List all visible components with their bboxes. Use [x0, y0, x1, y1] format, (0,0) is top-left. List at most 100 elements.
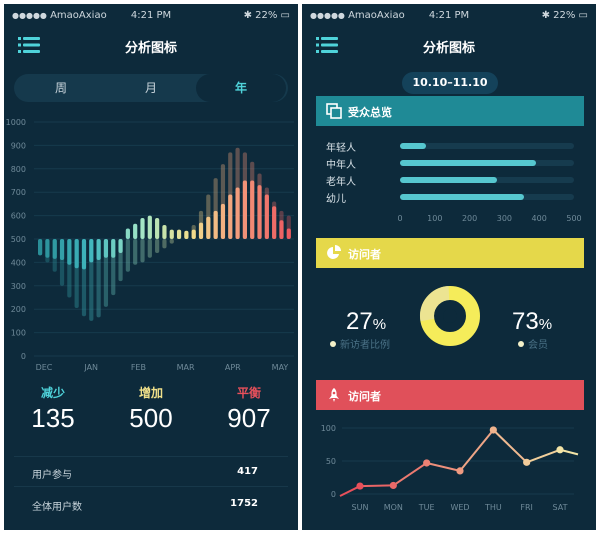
bar-primary: [74, 239, 79, 269]
bar-primary: [118, 239, 123, 254]
tab-year[interactable]: 年: [196, 74, 286, 102]
x-tick-label: JAN: [83, 363, 98, 372]
y-tick-label: 500: [11, 235, 26, 244]
stat-decrease-label: 减少: [40, 386, 65, 400]
right-screen: ●●●●● AmaoAxiao 4:21 PM ✱ 22% ▭ 分析图标 10.…: [302, 4, 596, 530]
bar-secondary: [140, 239, 145, 263]
page-title: 分析图标: [124, 41, 177, 56]
member-pct: 73%: [512, 308, 553, 335]
bar-primary: [286, 228, 291, 239]
line-segment: [492, 429, 528, 464]
tab-week[interactable]: 周: [16, 74, 106, 102]
bar-primary: [140, 217, 145, 239]
pie-chart-icon: [327, 245, 341, 259]
row-label: 全体用户数: [32, 502, 82, 513]
bar-primary: [264, 194, 269, 239]
x-tick-label: SUN: [352, 503, 369, 512]
audience-bar-track: [400, 143, 574, 149]
line-segment: [526, 448, 561, 464]
left-screen: ●●●●● AmaoAxiao 4:21 PM ✱ 22% ▭ 分析图标 周 月…: [4, 4, 298, 530]
y-tick-label: 200: [11, 305, 26, 314]
bar-primary: [220, 203, 226, 239]
stat-increase-value: 500: [129, 403, 173, 433]
y-tick-label: 800: [11, 165, 26, 174]
bar-secondary: [133, 239, 138, 265]
bar-primary: [169, 229, 174, 239]
tab-month[interactable]: 月: [106, 74, 196, 102]
bar-secondary: [147, 239, 152, 258]
bar-primary: [279, 220, 284, 239]
audience-bar: [400, 143, 427, 149]
user-participation-row: 用户参与 417: [32, 466, 258, 481]
bar-primary: [184, 230, 189, 239]
audience-bar-label: 幼儿: [326, 194, 346, 205]
divider: [14, 456, 288, 457]
divider: [14, 486, 288, 487]
bar-primary: [67, 239, 72, 265]
y-tick-label: 600: [11, 212, 26, 221]
audience-x-tick: 200: [461, 214, 478, 223]
audience-bar: [400, 194, 524, 200]
visitor-line-chart: 0 50 100 SUN MON TUE WED THU FRI SAT: [321, 424, 579, 512]
donut-hole: [443, 309, 457, 323]
audience-bar-label: 老年人: [326, 177, 356, 188]
line-point: [423, 459, 431, 467]
bar-primary: [228, 194, 233, 239]
header: 分析图标: [4, 32, 298, 58]
rocket-icon: [329, 388, 339, 402]
header: 分析图标: [302, 32, 596, 58]
bar-primary: [198, 222, 204, 239]
bar-primary: [111, 239, 116, 258]
line-segment: [359, 484, 394, 488]
audience-card-header: 受众总览: [316, 96, 584, 126]
audience-card-title: 受众总览: [348, 106, 392, 119]
bar-primary: [59, 239, 65, 261]
stat-balance-label: 平衡: [236, 386, 261, 400]
new-visitor-pct: 27%: [346, 308, 387, 335]
row-label: 用户参与: [32, 470, 72, 481]
audience-bar-label: 中年人: [326, 160, 356, 171]
bar-secondary: [162, 239, 167, 249]
y-tick-label: 700: [11, 188, 26, 197]
date-range-pill[interactable]: 10.10–11.10: [402, 72, 498, 94]
status-bar: ●●●●● AmaoAxiao 4:21 PM ✱ 22% ▭: [4, 4, 298, 26]
y-tick-label: 300: [11, 282, 26, 291]
line-point: [489, 426, 497, 434]
bar-primary: [125, 228, 130, 239]
x-tick-label: MAY: [272, 363, 289, 372]
x-tick-label: WED: [450, 503, 469, 512]
y-tick-label: 400: [11, 258, 26, 267]
bar-primary: [206, 216, 211, 239]
audience-card: 受众总览 年轻人 中年人 老年人 幼儿 0 100 200 300 400 500: [316, 96, 584, 231]
x-tick-label: APR: [225, 363, 241, 372]
total-users-row: 全体用户数 1752: [32, 498, 258, 513]
stat-increase: 增加 500: [102, 384, 200, 434]
bar-primary: [155, 217, 160, 239]
page-title: 分析图标: [422, 41, 475, 56]
visitors-trend-card: 访问者 0 50 100 SUN MON TUE WED THU FRI SAT: [316, 380, 584, 520]
bar-primary: [81, 239, 87, 270]
member-label: 会员: [518, 336, 548, 351]
y-tick-label: 0: [21, 352, 26, 361]
bar-primary: [52, 239, 57, 259]
visitors-trend-header: 访问者: [316, 380, 584, 410]
status-bar: ●●●●● AmaoAxiao 4:21 PM ✱ 22% ▭: [302, 4, 596, 26]
x-tick-label: MON: [384, 503, 403, 512]
bar-primary: [250, 180, 255, 239]
y-tick-label: 900: [11, 141, 26, 150]
audience-bar-track: [400, 177, 574, 183]
y-tick-label: 100: [321, 424, 336, 433]
line-point: [389, 481, 397, 490]
bar-secondary: [169, 239, 174, 244]
x-tick-label: SAT: [553, 503, 568, 512]
copy-icon: [326, 103, 342, 119]
audience-bar-track: [400, 160, 574, 166]
visitor-donut-chart: [420, 286, 480, 346]
audience-bar-track: [400, 194, 574, 200]
stat-balance: 平衡 907: [200, 384, 298, 434]
bar-primary: [162, 224, 167, 239]
stat-decrease-value: 135: [31, 403, 75, 433]
x-tick-label: THU: [484, 503, 502, 512]
stat-decrease: 减少 135: [4, 384, 102, 434]
bar-primary: [257, 185, 262, 239]
